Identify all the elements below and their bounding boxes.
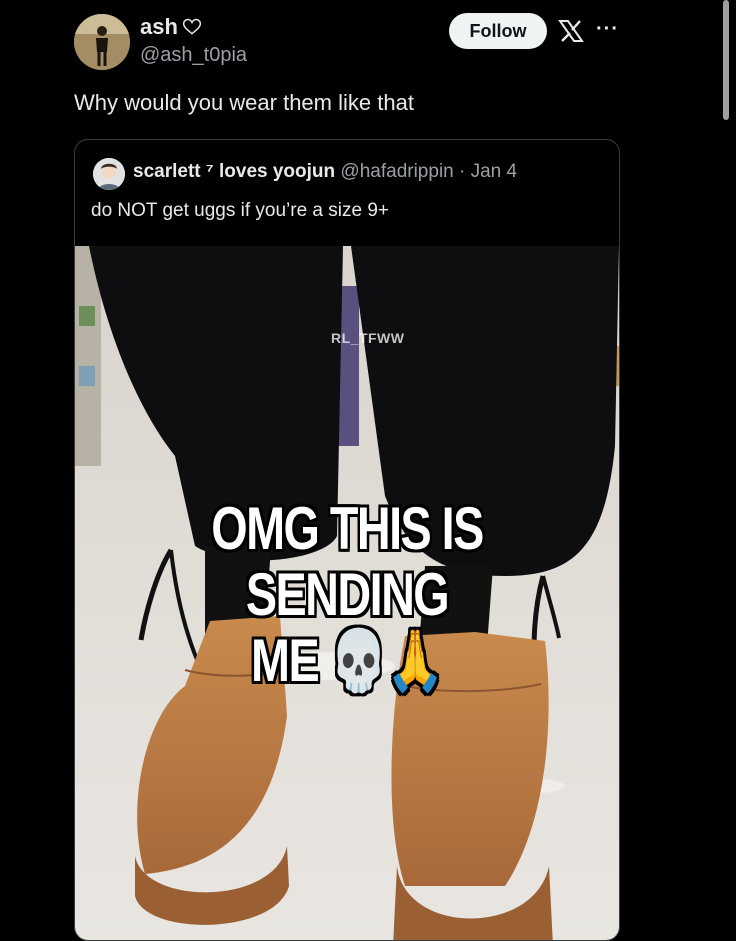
post-text: Why would you wear them like that [74, 90, 414, 115]
heart-outline-icon [182, 18, 202, 35]
follow-button[interactable]: Follow [449, 13, 547, 49]
media-watermark: RL_TFWW [331, 330, 405, 346]
quoted-handle-date[interactable]: @hafadrippin · Jan 4 [340, 161, 517, 182]
page-scrollbar[interactable] [723, 0, 729, 120]
quoted-post-header: scarlett ⁷ loves yoojun @hafadrippin · J… [133, 161, 517, 183]
author-name-text: ash [140, 14, 178, 39]
meme-caption: OMG THIS IS SENDING ME 💀🙏 [135, 496, 559, 694]
author-avatar[interactable] [74, 14, 130, 70]
quoted-post-card[interactable]: scarlett ⁷ loves yoojun @hafadrippin · J… [74, 139, 620, 941]
quoted-author-name[interactable]: scarlett ⁷ loves yoojun [133, 161, 335, 182]
quoted-media-image[interactable]: RL_TFWW OMG THIS IS SENDING ME 💀🙏 [75, 246, 619, 940]
author-display-name[interactable]: ash [140, 14, 202, 40]
quoted-author-avatar[interactable] [93, 158, 125, 190]
quoted-post-text: do NOT get uggs if you’re a size 9+ [91, 200, 390, 221]
x-logo-icon[interactable] [558, 18, 584, 44]
more-dots-icon[interactable]: ··· [596, 18, 618, 40]
meme-caption-line-2: ME 💀🙏 [251, 627, 445, 694]
meme-caption-line-1: OMG THIS IS SENDING [211, 495, 484, 628]
author-handle[interactable]: @ash_t0pia [140, 44, 247, 67]
